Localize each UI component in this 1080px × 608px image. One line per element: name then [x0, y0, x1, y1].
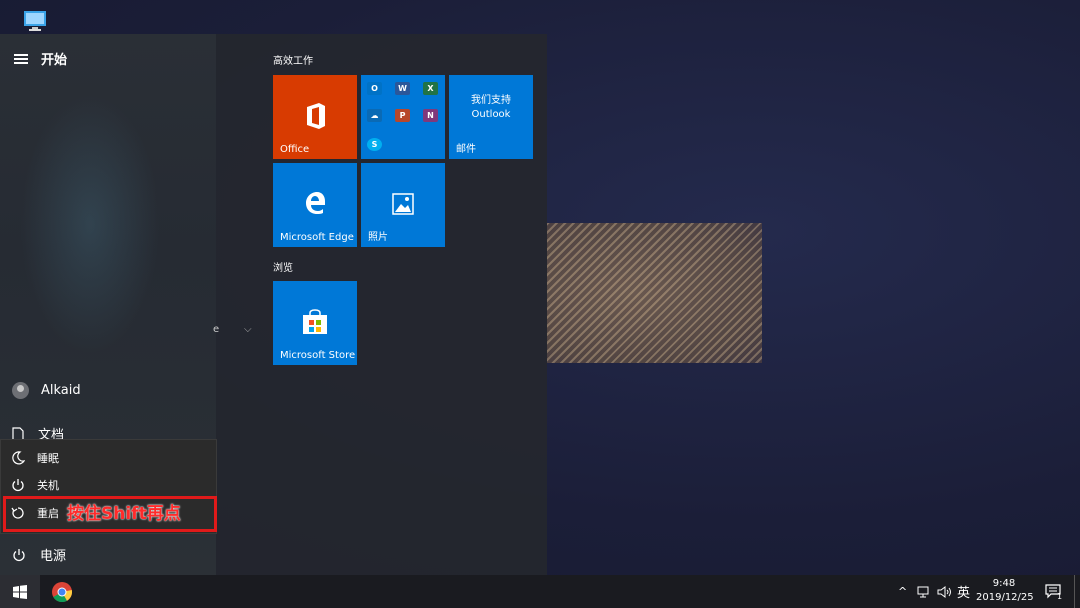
power-icon — [13, 548, 25, 561]
tile-mail[interactable]: 我们支持 Outlook 邮件 — [449, 75, 533, 159]
onenote-icon: N — [423, 109, 438, 122]
mail-promo-line2: Outlook — [471, 109, 511, 120]
moon-icon — [12, 451, 25, 465]
this-pc-desktop-icon[interactable] — [22, 10, 48, 32]
hamburger-menu-icon[interactable] — [14, 54, 28, 64]
tile-mail-label: 邮件 — [456, 144, 476, 155]
store-bag-icon — [303, 309, 327, 334]
outlook-icon: O — [367, 82, 382, 95]
sleep-label: 睡眠 — [37, 452, 59, 465]
start-button[interactable] — [0, 575, 40, 608]
power-options-menu: 睡眠 关机 重启 按住Shift再点 — [0, 439, 217, 534]
taskbar: ^ 英 9:48 2019/12/25 1 — [0, 575, 1080, 608]
windows-logo-icon — [13, 584, 27, 599]
tile-store-label: Microsoft Store — [280, 350, 356, 361]
photos-icon — [392, 193, 414, 215]
powerpoint-icon: P — [395, 109, 410, 122]
menu-item-sleep[interactable]: 睡眠 — [11, 450, 59, 466]
user-name: Alkaid — [41, 383, 81, 398]
power-label: 电源 — [40, 549, 67, 564]
chevron-up-icon: ^ — [898, 585, 908, 598]
mail-promo-line1: 我们支持 — [471, 95, 511, 106]
edge-icon — [306, 192, 325, 214]
action-center-button[interactable]: 1 — [1045, 575, 1062, 608]
tile-edge-label: Microsoft Edge — [280, 232, 354, 243]
avatar — [12, 382, 29, 399]
skype-icon: S — [367, 138, 382, 151]
tile-office-label: Office — [280, 144, 310, 155]
clock-date: 2019/12/25 — [976, 592, 1034, 603]
show-desktop-button[interactable] — [1074, 575, 1080, 608]
power-item[interactable]: 电源 — [12, 545, 66, 564]
chrome-taskbar-icon[interactable] — [52, 582, 73, 603]
tile-edge[interactable]: Microsoft Edge — [273, 163, 357, 247]
wallpaper-art — [547, 223, 762, 363]
chevron-down-icon[interactable]: ⌵ — [244, 324, 252, 335]
group-label-browse: 浏览 — [273, 263, 293, 274]
shutdown-label: 关机 — [37, 479, 59, 492]
notification-count: 1 — [1057, 592, 1063, 601]
network-icon[interactable] — [917, 575, 931, 608]
start-title: 开始 — [41, 53, 68, 68]
tile-store[interactable]: Microsoft Store — [273, 281, 357, 365]
word-icon: W — [395, 82, 410, 95]
tile-photos[interactable]: 照片 — [361, 163, 445, 247]
shift-restart-annotation: 按住Shift再点 — [67, 504, 181, 524]
ime-indicator[interactable]: 英 — [957, 575, 970, 608]
clock[interactable]: 9:48 2019/12/25 — [976, 577, 1034, 605]
group-label-productivity: 高效工作 — [273, 56, 313, 67]
menu-item-shutdown[interactable]: 关机 — [11, 477, 59, 493]
tile-office[interactable]: Office — [273, 75, 357, 159]
excel-icon: X — [423, 82, 438, 95]
user-account-item[interactable]: Alkaid — [12, 382, 81, 399]
power-icon — [12, 479, 24, 492]
truncated-app-letter: e — [213, 324, 220, 335]
tile-productivity-apps[interactable]: O W X ☁ P N S — [361, 75, 445, 159]
tile-photos-label: 照片 — [368, 232, 388, 243]
clock-time: 9:48 — [992, 578, 1016, 589]
show-hidden-icons-button[interactable]: ^ — [898, 575, 907, 608]
onedrive-icon: ☁ — [367, 109, 382, 122]
volume-icon[interactable] — [937, 575, 953, 608]
office-icon — [307, 103, 325, 129]
